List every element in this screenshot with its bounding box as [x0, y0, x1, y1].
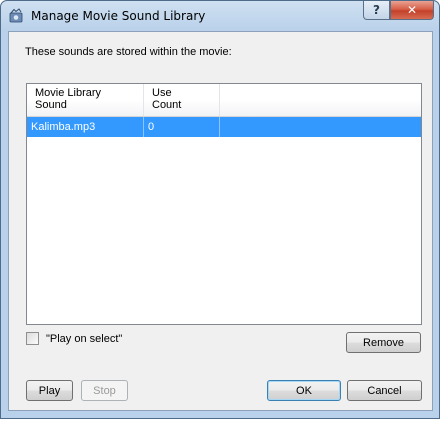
play-on-select-label: "Play on select" [46, 332, 123, 345]
list-row[interactable]: Kalimba.mp3 0 [27, 117, 421, 137]
app-icon [9, 8, 25, 24]
remove-button[interactable]: Remove [346, 332, 421, 353]
column-header-empty[interactable] [220, 84, 421, 116]
stop-button[interactable]: Stop [81, 380, 128, 401]
cancel-button[interactable]: Cancel [347, 380, 422, 401]
close-icon: ✕ [406, 3, 418, 17]
sound-name-cell: Kalimba.mp3 [27, 117, 144, 137]
close-button[interactable]: ✕ [390, 1, 434, 20]
help-icon: ? [373, 3, 380, 17]
title-bar[interactable]: Manage Movie Sound Library ? ✕ [1, 1, 439, 31]
window-title: Manage Movie Sound Library [31, 9, 206, 23]
dialog-window: Manage Movie Sound Library ? ✕ These sou… [0, 0, 440, 419]
description-label: These sounds are stored within the movie… [25, 46, 232, 58]
use-count-cell: 0 [144, 117, 220, 137]
play-on-select-checkbox[interactable] [26, 332, 39, 345]
column-header-use-count[interactable]: Use Count [144, 84, 220, 116]
column-header-sound[interactable]: Movie Library Sound [27, 84, 144, 116]
play-button[interactable]: Play [26, 380, 73, 401]
list-header: Movie Library Sound Use Count [27, 84, 421, 117]
sound-list[interactable]: Movie Library Sound Use Count Kalimba.mp… [26, 83, 422, 325]
play-on-select-option[interactable]: "Play on select" [26, 332, 122, 345]
ok-button[interactable]: OK [267, 380, 341, 401]
dialog-client-area: These sounds are stored within the movie… [8, 31, 433, 411]
help-button[interactable]: ? [363, 1, 390, 20]
